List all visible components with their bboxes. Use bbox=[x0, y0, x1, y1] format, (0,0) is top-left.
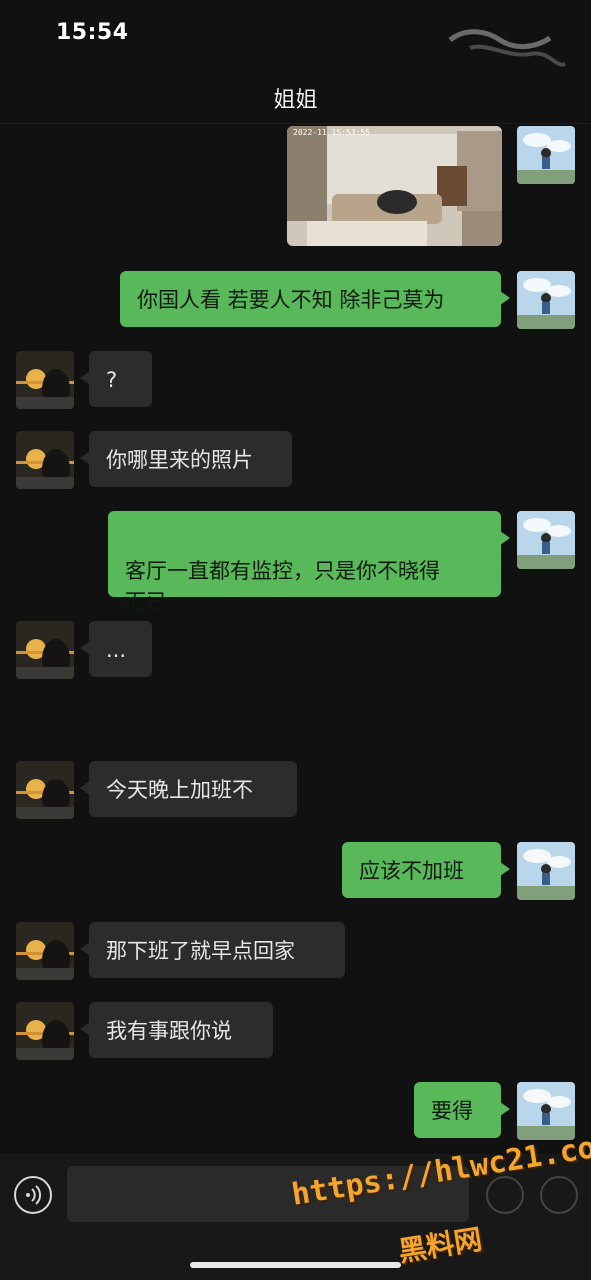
message-bubble-received[interactable]: 那下班了就早点回家 bbox=[80, 922, 345, 978]
avatar-self[interactable] bbox=[517, 1082, 575, 1140]
avatar-contact[interactable] bbox=[16, 761, 74, 819]
message-bubble-received[interactable]: ... bbox=[80, 621, 152, 677]
avatar-contact[interactable] bbox=[16, 351, 74, 409]
message-text: 你国人看 若要人不知 除非己莫为 bbox=[137, 288, 445, 312]
voice-button[interactable] bbox=[14, 1176, 52, 1214]
message-text: ? bbox=[106, 368, 118, 392]
avatar-self[interactable] bbox=[517, 271, 575, 329]
avatar-contact[interactable] bbox=[16, 1002, 74, 1060]
message-text: 今天晚上加班不 bbox=[106, 778, 253, 802]
message-bubble-sent[interactable]: 应该不加班 bbox=[342, 842, 510, 898]
chat-title: 姐姐 bbox=[273, 88, 318, 113]
message-text: 要得 bbox=[431, 1099, 473, 1123]
message-bubble-received[interactable]: 我有事跟你说 bbox=[80, 1002, 273, 1058]
message-text: 你哪里来的照片 bbox=[106, 448, 253, 472]
scribble-overlay-icon bbox=[448, 29, 566, 67]
avatar-self[interactable] bbox=[517, 842, 575, 900]
avatar-contact[interactable] bbox=[16, 922, 74, 980]
message-bubble-received[interactable]: ? bbox=[80, 351, 152, 407]
home-indicator[interactable] bbox=[190, 1262, 401, 1268]
voice-icon bbox=[26, 1185, 42, 1205]
avatar-contact[interactable] bbox=[16, 431, 74, 489]
message-text: 客厅一直都有监控，只是你不晓得 而已 bbox=[125, 559, 440, 614]
surveillance-photo bbox=[287, 126, 502, 246]
photo-message[interactable]: 2022-11 15:53:55 bbox=[287, 126, 502, 246]
camera-timestamp: 2022-11 15:53:55 bbox=[293, 128, 371, 137]
message-bubble-received[interactable]: 你哪里来的照片 bbox=[80, 431, 292, 487]
avatar-contact[interactable] bbox=[16, 621, 74, 679]
status-bar: 15:54 bbox=[0, 0, 591, 70]
message-bubble-sent[interactable]: 你国人看 若要人不知 除非己莫为 bbox=[120, 271, 510, 327]
emoji-button[interactable] bbox=[486, 1176, 524, 1214]
message-bubble-received[interactable]: 今天晚上加班不 bbox=[80, 761, 297, 817]
chat-header: 姐姐 bbox=[0, 70, 591, 124]
message-text: 应该不加班 bbox=[359, 859, 464, 883]
plus-button[interactable] bbox=[540, 1176, 578, 1214]
message-bubble-sent[interactable]: 客厅一直都有监控，只是你不晓得 而已 bbox=[108, 511, 510, 614]
message-text: ... bbox=[106, 638, 127, 662]
message-text: 那下班了就早点回家 bbox=[106, 939, 295, 963]
avatar-self[interactable] bbox=[517, 511, 575, 569]
status-time: 15:54 bbox=[56, 20, 129, 45]
message-text: 我有事跟你说 bbox=[106, 1019, 232, 1043]
message-bubble-sent[interactable]: 要得 bbox=[414, 1082, 510, 1138]
avatar-self[interactable] bbox=[517, 126, 575, 184]
